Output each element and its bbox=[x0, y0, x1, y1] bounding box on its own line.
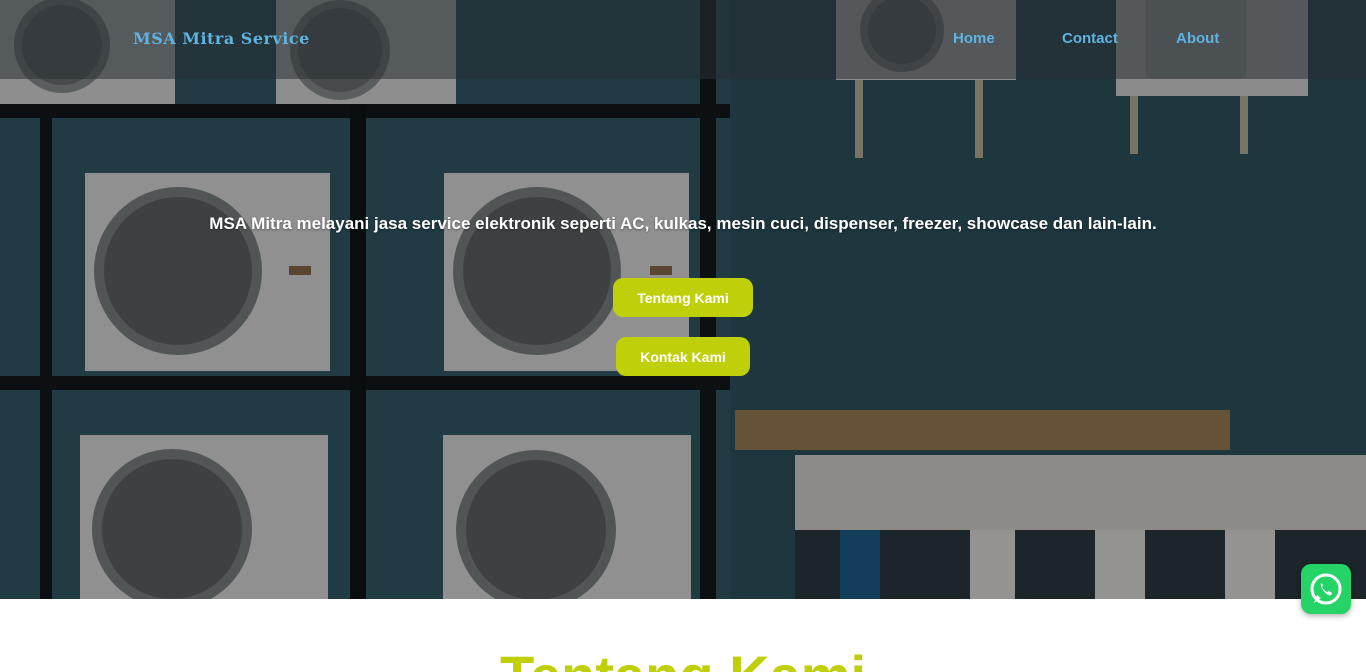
nav-link-home[interactable]: Home bbox=[953, 30, 995, 47]
contact-us-button[interactable]: Kontak Kami bbox=[616, 337, 750, 376]
navbar: MSA Mitra Service Home Contact About bbox=[0, 0, 1366, 79]
nav-link-contact[interactable]: Contact bbox=[1062, 30, 1118, 47]
hero-section: MSA Mitra melayani jasa service elektron… bbox=[0, 0, 1366, 599]
whatsapp-icon bbox=[1310, 573, 1342, 605]
about-section-title: Tentang Kami bbox=[0, 648, 1366, 672]
about-us-button[interactable]: Tentang Kami bbox=[613, 278, 753, 317]
brand-logo-text[interactable]: MSA Mitra Service bbox=[133, 29, 310, 48]
hero-tagline: MSA Mitra melayani jasa service elektron… bbox=[209, 214, 1157, 233]
nav-link-about[interactable]: About bbox=[1176, 30, 1219, 47]
whatsapp-chat-button[interactable] bbox=[1301, 564, 1351, 614]
